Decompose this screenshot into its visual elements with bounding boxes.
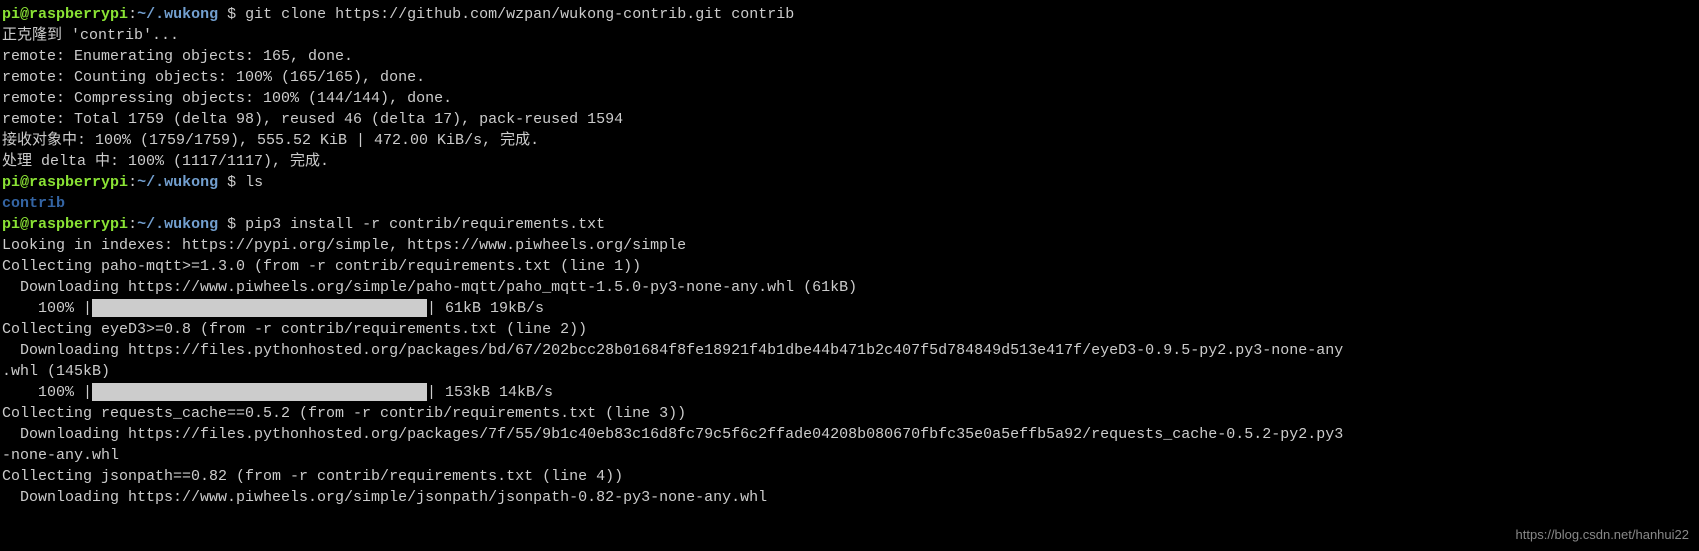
prompt-symbol: $ xyxy=(218,216,236,233)
prompt-symbol: $ xyxy=(218,6,236,23)
progress-percent: 100% | xyxy=(2,384,92,401)
ls-output-dir: contrib xyxy=(2,193,1697,214)
prompt-symbol: $ xyxy=(218,174,236,191)
output-line: 处理 delta 中: 100% (1117/1117), 完成. xyxy=(2,151,1697,172)
output-line: Collecting requests_cache==0.5.2 (from -… xyxy=(2,403,1697,424)
prompt-colon: : xyxy=(128,174,137,191)
output-line: Downloading https://files.pythonhosted.o… xyxy=(2,424,1697,445)
prompt-user: pi xyxy=(2,6,20,23)
progress-bar xyxy=(92,299,427,317)
prompt-user: pi xyxy=(2,174,20,191)
progress-speed: | 61kB 19kB/s xyxy=(427,300,544,317)
output-line: remote: Total 1759 (delta 98), reused 46… xyxy=(2,109,1697,130)
watermark: https://blog.csdn.net/hanhui22 xyxy=(1516,524,1689,545)
output-line: remote: Counting objects: 100% (165/165)… xyxy=(2,67,1697,88)
prompt-line-2[interactable]: pi@raspberrypi:~/.wukong $ ls xyxy=(2,172,1697,193)
prompt-path: ~/.wukong xyxy=(137,174,218,191)
progress-bar xyxy=(92,383,427,401)
prompt-colon: : xyxy=(128,216,137,233)
progress-percent: 100% | xyxy=(2,300,92,317)
output-line: 接收对象中: 100% (1759/1759), 555.52 KiB | 47… xyxy=(2,130,1697,151)
command-2 xyxy=(236,174,245,191)
prompt-host: raspberrypi xyxy=(29,216,128,233)
output-line: Downloading https://files.pythonhosted.o… xyxy=(2,340,1697,361)
output-line: remote: Compressing objects: 100% (144/1… xyxy=(2,88,1697,109)
output-line: Collecting paho-mqtt>=1.3.0 (from -r con… xyxy=(2,256,1697,277)
prompt-path: ~/.wukong xyxy=(137,6,218,23)
prompt-at: @ xyxy=(20,174,29,191)
output-line: Collecting jsonpath==0.82 (from -r contr… xyxy=(2,466,1697,487)
command-1-text: git clone https://github.com/wzpan/wukon… xyxy=(245,6,794,23)
prompt-colon: : xyxy=(128,6,137,23)
prompt-at: @ xyxy=(20,216,29,233)
command-3-text: pip3 install -r contrib/requirements.txt xyxy=(245,216,605,233)
prompt-host: raspberrypi xyxy=(29,174,128,191)
output-line: Downloading https://www.piwheels.org/sim… xyxy=(2,487,1697,508)
prompt-at: @ xyxy=(20,6,29,23)
output-line: .whl (145kB) xyxy=(2,361,1697,382)
progress-line-2: 100% | | 153kB 14kB/s xyxy=(2,382,1697,403)
output-line: Collecting eyeD3>=0.8 (from -r contrib/r… xyxy=(2,319,1697,340)
output-line: 正克隆到 'contrib'... xyxy=(2,25,1697,46)
command-3 xyxy=(236,216,245,233)
prompt-path: ~/.wukong xyxy=(137,216,218,233)
command-1 xyxy=(236,6,245,23)
progress-line-1: 100% | | 61kB 19kB/s xyxy=(2,298,1697,319)
output-line: Looking in indexes: https://pypi.org/sim… xyxy=(2,235,1697,256)
prompt-host: raspberrypi xyxy=(29,6,128,23)
prompt-line-3[interactable]: pi@raspberrypi:~/.wukong $ pip3 install … xyxy=(2,214,1697,235)
output-line: -none-any.whl xyxy=(2,445,1697,466)
output-line: remote: Enumerating objects: 165, done. xyxy=(2,46,1697,67)
output-line: Downloading https://www.piwheels.org/sim… xyxy=(2,277,1697,298)
prompt-line-1[interactable]: pi@raspberrypi:~/.wukong $ git clone htt… xyxy=(2,4,1697,25)
progress-speed: | 153kB 14kB/s xyxy=(427,384,553,401)
command-2-text: ls xyxy=(245,174,263,191)
prompt-user: pi xyxy=(2,216,20,233)
